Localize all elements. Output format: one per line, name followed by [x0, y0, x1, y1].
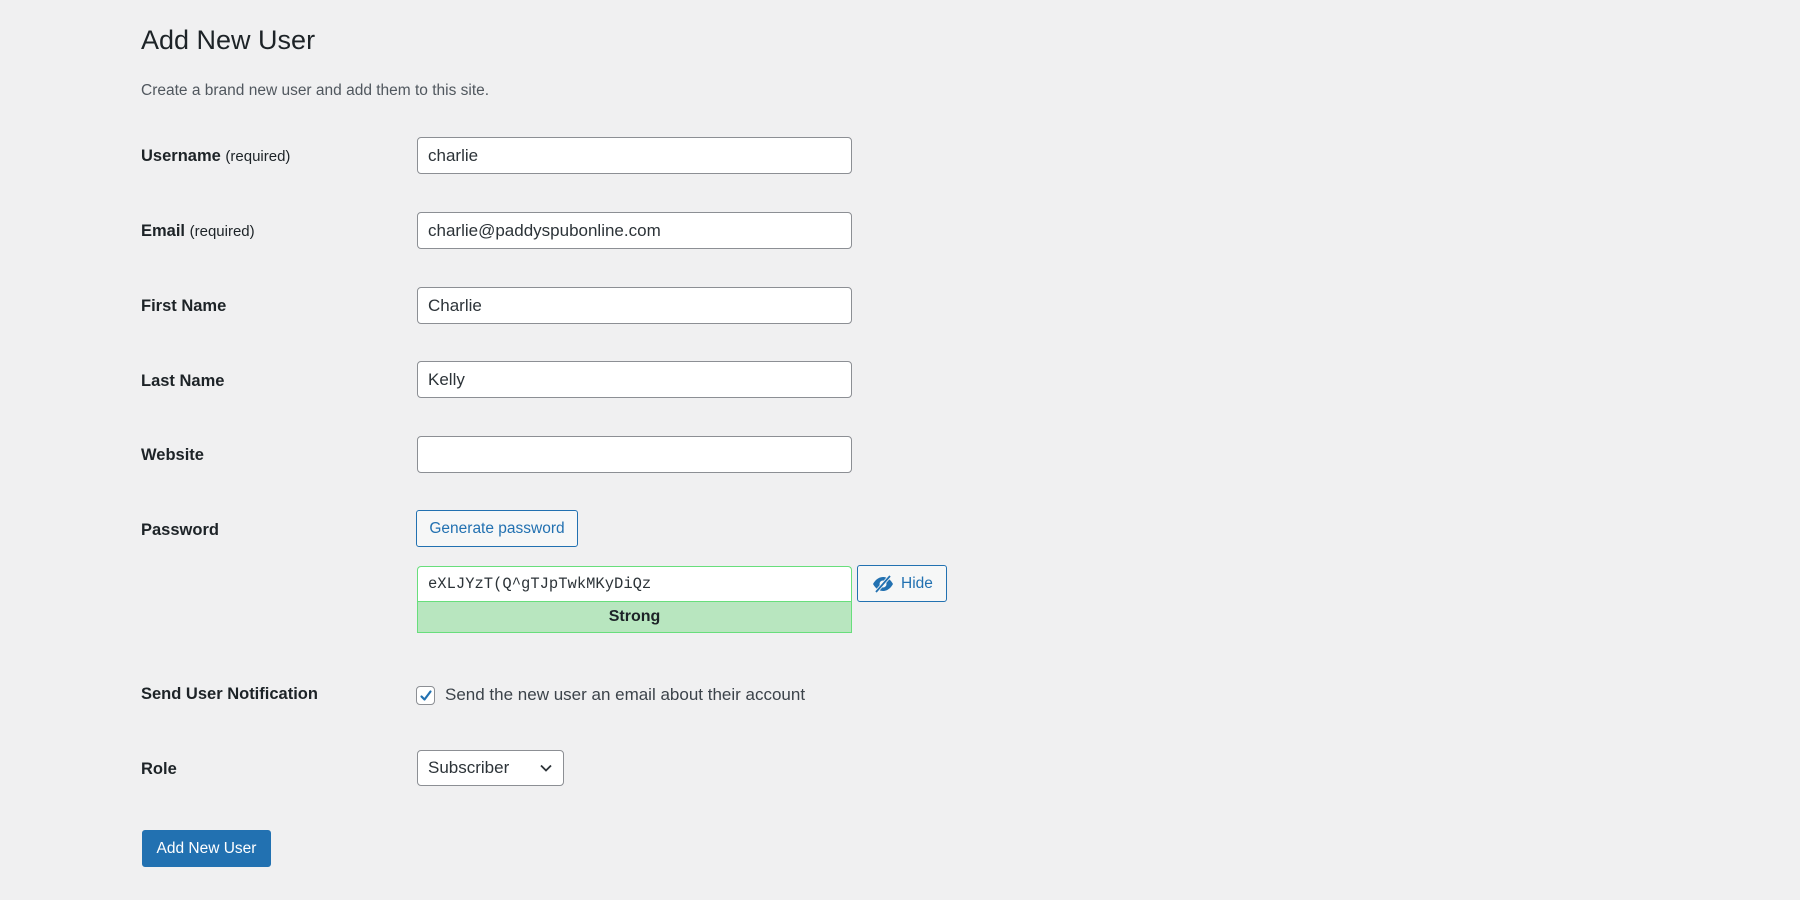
required-note: (required) — [225, 148, 291, 165]
last-name-input[interactable] — [417, 361, 852, 398]
page-title: Add New User — [141, 25, 316, 55]
hide-password-button[interactable]: Hide — [857, 565, 947, 602]
generate-password-button[interactable]: Generate password — [416, 510, 578, 547]
username-label: Username (required) — [141, 145, 290, 168]
password-input[interactable] — [417, 566, 852, 601]
chevron-down-icon — [540, 764, 552, 772]
password-strength-text: Strong — [608, 608, 661, 625]
hide-button-label: Hide — [901, 574, 933, 592]
send-notification-checkbox[interactable] — [416, 686, 435, 705]
first-name-label: First Name — [141, 297, 227, 315]
password-label: Password — [141, 521, 219, 539]
notification-label: Send User Notification — [141, 685, 318, 703]
email-label: Email (required) — [141, 220, 255, 243]
add-new-user-button[interactable]: Add New User — [142, 830, 271, 867]
first-name-input[interactable] — [417, 287, 852, 324]
checkmark-icon — [419, 689, 432, 701]
role-selected-value: Subscriber — [428, 758, 510, 777]
last-name-label: Last Name — [141, 372, 225, 390]
username-label-text: Username — [141, 147, 221, 165]
email-label-text: Email — [141, 222, 186, 240]
role-select[interactable]: Subscriber — [417, 750, 564, 786]
email-input[interactable] — [417, 212, 852, 249]
page-description: Create a brand new user and add them to … — [141, 82, 490, 99]
eye-slash-icon — [871, 574, 895, 593]
role-label: Role — [141, 760, 177, 778]
username-input[interactable] — [417, 137, 852, 174]
send-notification-text[interactable]: Send the new user an email about their a… — [445, 684, 805, 706]
required-note: (required) — [189, 223, 255, 240]
website-label: Website — [141, 446, 204, 464]
password-strength-meter: Strong — [417, 601, 852, 633]
website-input[interactable] — [417, 436, 852, 473]
